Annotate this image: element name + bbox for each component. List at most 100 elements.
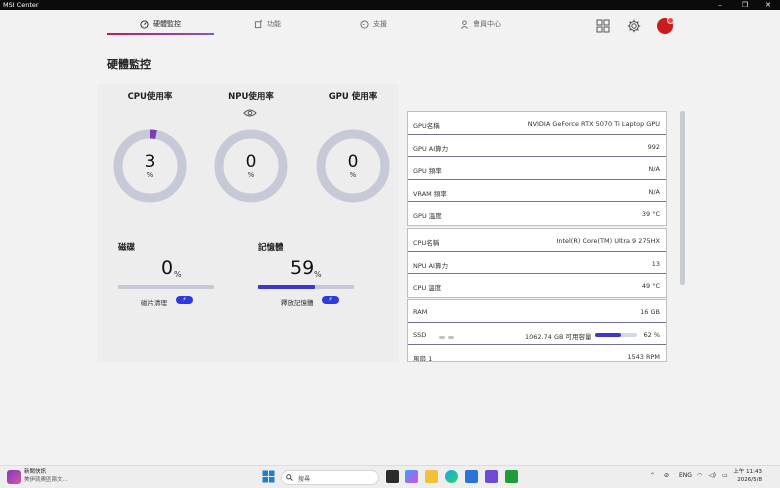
disk-usage-bar: [118, 285, 214, 289]
info-row: GPU 溫度 39 °C: [408, 202, 666, 225]
close-button[interactable]: ✕: [756, 0, 780, 10]
ssd-slot-indicator: [439, 333, 459, 339]
language-indicator[interactable]: ENG: [679, 472, 692, 479]
ssd-usage-bar: [595, 332, 637, 337]
search-icon: [286, 474, 293, 481]
date: 2026/5/8: [737, 476, 762, 483]
page-title: 硬體監控: [107, 58, 151, 71]
grid-icon[interactable]: [596, 19, 610, 33]
disk-usage-value: 0: [161, 257, 174, 279]
info-row: GPU 頻率 N/A: [408, 157, 666, 180]
info-value: 49 °C: [641, 282, 660, 290]
support-icon: [360, 19, 369, 29]
task-view-icon[interactable]: [386, 470, 399, 483]
tab-label: 功能: [267, 20, 281, 28]
title-bar: MSI Center – ❐ ✕: [0, 0, 780, 10]
info-label: GPU 頻率: [413, 167, 442, 175]
maximize-button[interactable]: ❐: [733, 0, 757, 10]
volume-icon[interactable]: ◁): [709, 472, 716, 479]
start-icon[interactable]: [262, 470, 275, 483]
battery-icon[interactable]: ▭: [722, 472, 728, 479]
edge-icon[interactable]: [445, 470, 458, 483]
info-label: GPU AI算力: [413, 144, 449, 153]
ram-row: RAM 16 GB: [408, 300, 666, 323]
info-row: CPU名稱 Intel(R) Core(TM) Ultra 9 275HX: [408, 229, 666, 252]
app-window: 硬體監控 功能 支援 會員中心 硬體監控 CPU使用率 NPU使用率 GPU 使…: [0, 10, 780, 462]
ssd-usage-bar-fill: [595, 332, 622, 337]
avatar[interactable]: [657, 17, 674, 34]
npu-usage-title: NPU使用率: [228, 92, 274, 102]
info-label: 風扇 1: [413, 355, 433, 362]
copilot-icon[interactable]: [405, 470, 418, 483]
cpu-usage-value: 3: [144, 152, 156, 172]
taskbar-search[interactable]: 搜尋: [281, 470, 379, 485]
disk-usage-unit: %: [174, 270, 182, 279]
memory-usage-bar: [258, 285, 354, 289]
app-title: MSI Center: [3, 1, 39, 9]
xbox-icon[interactable]: [505, 470, 518, 483]
gpu-usage-title: GPU 使用率: [328, 92, 378, 102]
info-value: 992: [647, 142, 660, 151]
fan-row: 風扇 1 1543 RPM: [408, 345, 666, 362]
info-value: 1543 RPM: [627, 353, 660, 361]
top-nav: 硬體監控 功能 支援 會員中心: [0, 10, 780, 42]
info-label: CPU名稱: [413, 239, 440, 247]
tab-label: 支援: [373, 20, 387, 28]
store-icon[interactable]: [465, 470, 478, 483]
gear-icon[interactable]: [627, 19, 641, 33]
clock[interactable]: 上午 11:43 2026/5/8: [732, 469, 762, 484]
info-label: NPU AI算力: [413, 261, 448, 270]
msi-center-taskbar-icon[interactable]: [485, 470, 498, 483]
gpu-usage-unit: %: [349, 171, 357, 179]
ssd-free-space: 1062.74 GB 可用容量: [525, 332, 592, 341]
tab-label: 硬體監控: [153, 20, 181, 28]
info-value: 16 GB: [640, 308, 660, 316]
memory-usage-unit: %: [314, 270, 322, 279]
active-tab-indicator: [107, 33, 214, 35]
info-label: GPU 溫度: [413, 212, 442, 220]
location-icon[interactable]: ⊘: [664, 472, 669, 479]
info-row: GPU AI算力 992: [408, 135, 666, 157]
disk-cleanup-button[interactable]: ⚡: [176, 296, 193, 304]
cpu-info-table: CPU名稱 Intel(R) Core(TM) Ultra 9 275HX NPU…: [407, 228, 667, 298]
file-explorer-icon[interactable]: [425, 470, 438, 483]
info-label: VRAM 頻率: [413, 189, 447, 198]
feature-icon: [254, 19, 263, 28]
minimize-button[interactable]: –: [708, 0, 732, 10]
tab-features[interactable]: 功能: [254, 15, 281, 33]
gpu-info-table: GPU名稱 NVIDIA GeForce RTX 5070 Ti Laptop G…: [407, 111, 667, 226]
eye-icon[interactable]: [243, 108, 257, 118]
tab-support[interactable]: 支援: [360, 15, 387, 33]
news-widget[interactable]: 新聞快訊 美伊就奧區兩文...: [24, 469, 68, 484]
info-value: N/A: [648, 187, 661, 196]
search-placeholder: 搜尋: [298, 476, 311, 483]
disk-title: 磁碟: [118, 243, 136, 253]
memory-title: 記憶體: [258, 243, 284, 253]
disk-cleanup-label: 磁片清理: [141, 299, 167, 307]
info-label: GPU名稱: [413, 122, 440, 130]
free-memory-label: 釋放記憶體: [281, 299, 314, 307]
tab-member-center[interactable]: 會員中心: [460, 15, 501, 33]
memory-usage-bar-fill: [258, 285, 315, 289]
memory-usage-value: 59: [290, 257, 315, 279]
info-value: Intel(R) Core(TM) Ultra 9 275HX: [556, 237, 660, 245]
time: 上午 11:43: [733, 469, 762, 475]
info-value: N/A: [648, 165, 661, 173]
panel-scrollbar[interactable]: [680, 111, 685, 285]
ssd-row: SSD 1062.74 GB 可用容量 62 %: [408, 323, 666, 345]
free-memory-button[interactable]: ⚡: [322, 296, 339, 304]
chevron-up-icon[interactable]: ⌃: [650, 472, 655, 479]
info-row: NPU AI算力 13: [408, 252, 666, 274]
info-label: RAM: [413, 308, 428, 316]
system-info-table: RAM 16 GB SSD 1062.74 GB 可用容量 62 % 風扇 1 15…: [407, 299, 667, 362]
taskbar: 新聞快訊 美伊就奧區兩文... 搜尋 ⌃ ⊘ ENG ◠ ◁) ▭ 上午 11:…: [0, 465, 780, 488]
news-subtitle: 美伊就奧區兩文...: [24, 476, 68, 483]
info-row: CPU 溫度 49 °C: [408, 274, 666, 297]
info-row: VRAM 頻率 N/A: [408, 180, 666, 202]
info-value: NVIDIA GeForce RTX 5070 Ti Laptop GPU: [527, 120, 660, 128]
tab-hardware-monitor[interactable]: 硬體監控: [140, 15, 181, 33]
news-widget-icon[interactable]: [7, 470, 21, 484]
wifi-icon[interactable]: ◠: [697, 472, 702, 479]
info-row: GPU名稱 NVIDIA GeForce RTX 5070 Ti Laptop G…: [408, 112, 666, 135]
member-icon: [460, 19, 469, 29]
